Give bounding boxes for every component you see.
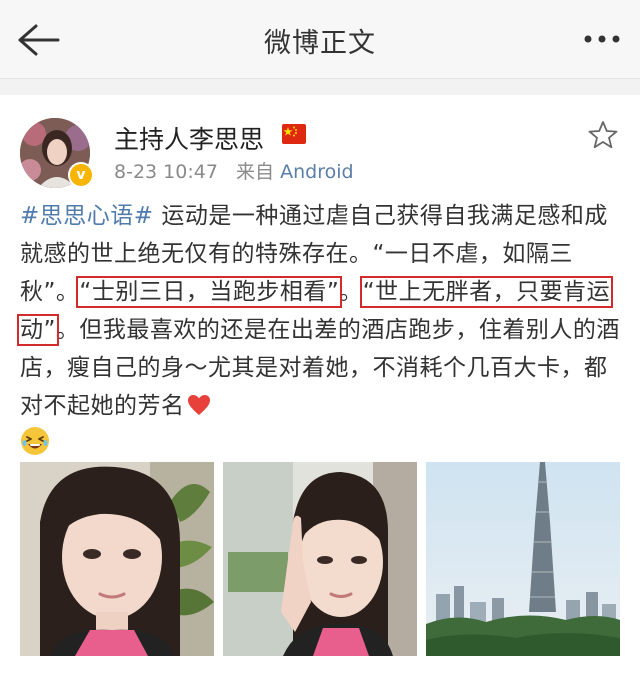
post-photo-1[interactable]	[20, 462, 214, 656]
top-nav-bar: 微博正文	[0, 0, 640, 79]
post-photo-3[interactable]	[426, 462, 620, 656]
post-source: Android	[280, 161, 354, 183]
post-text: #思思心语# 运动是一种通过虐自己获得自我满足感和成就感的世上绝无仅有的特殊存在…	[16, 197, 624, 425]
post-meta: 8-23 10:47 来自 Android	[114, 157, 354, 184]
star-icon[interactable]	[588, 120, 618, 150]
post-text-part-b: 。但我最喜欢的还是在出差的酒店跑步，住着别人的酒店，瘦自己的身～尤其是对着她，不…	[20, 317, 620, 419]
section-gap	[0, 79, 640, 95]
post-photo-2[interactable]	[223, 462, 417, 656]
source-prefix: 来自	[236, 161, 275, 183]
post-text-separator: 。	[339, 279, 363, 305]
laughing-emoji-icon	[21, 427, 49, 455]
heart-icon	[187, 395, 210, 415]
verified-badge-icon: v	[68, 162, 94, 188]
china-flag-icon	[282, 124, 306, 144]
username[interactable]: 主持人李思思	[114, 120, 264, 156]
hashtag-link[interactable]: #思思心语#	[20, 203, 154, 229]
more-icon[interactable]	[580, 24, 624, 54]
page-title: 微博正文	[264, 28, 376, 59]
post-timestamp: 8-23 10:47	[114, 161, 218, 183]
highlighted-quote-1: “士别三日，当跑步相看”	[76, 276, 343, 308]
